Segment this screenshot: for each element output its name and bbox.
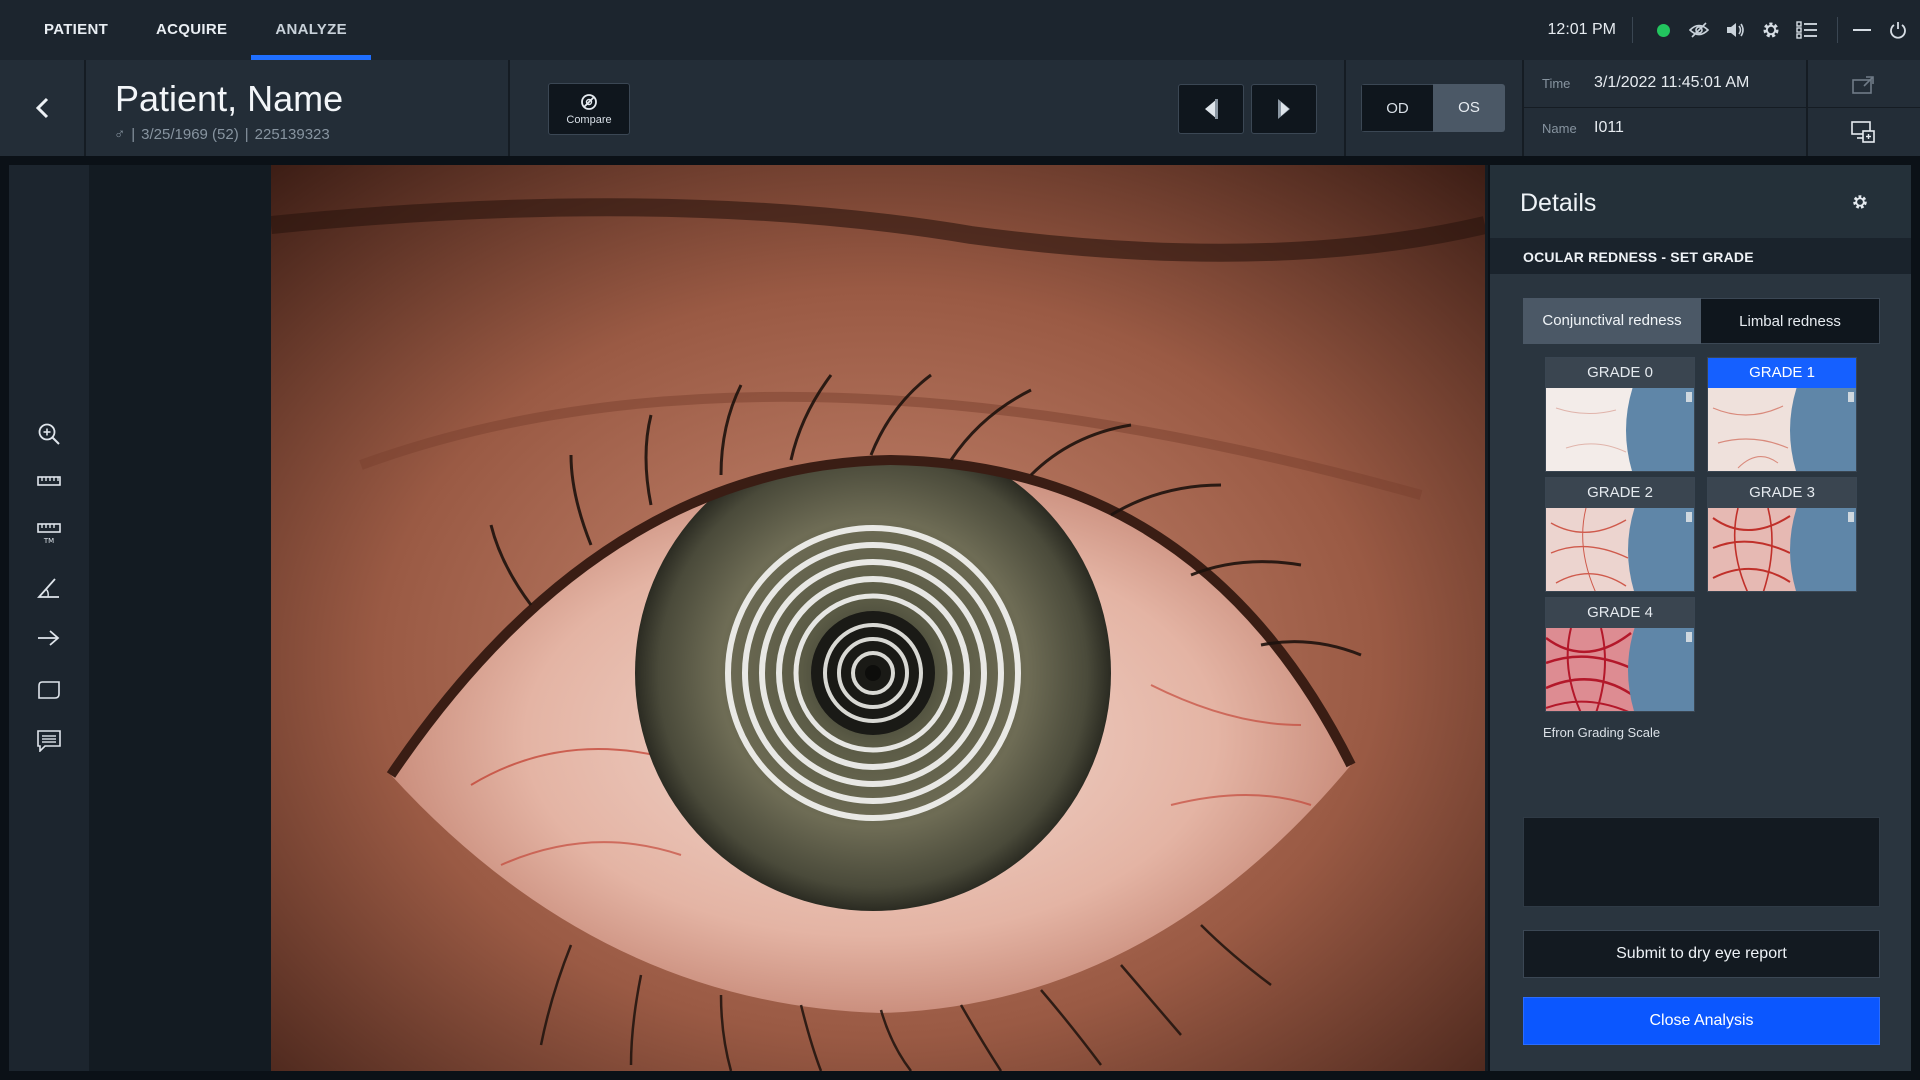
eye-hidden-icon[interactable]: [1681, 0, 1717, 60]
divider: [508, 60, 510, 156]
divider: [1837, 17, 1838, 43]
triangle-left-icon: [1205, 99, 1218, 119]
grade-label: GRADE 3: [1708, 478, 1856, 508]
gear-icon: [1853, 195, 1867, 209]
clock: 12:01 PM: [1547, 21, 1616, 38]
image-viewer[interactable]: [89, 165, 1488, 1071]
display-settings-button[interactable]: [1828, 109, 1898, 155]
list-icon[interactable]: [1789, 0, 1825, 60]
notes-field[interactable]: [1523, 817, 1880, 907]
time-value: 3/1/2022 11:45:01 AM: [1594, 74, 1750, 91]
export-icon: [1852, 76, 1874, 94]
patient-dob-age: 3/25/1969 (52): [141, 126, 239, 143]
sex-icon: ♂: [114, 126, 126, 143]
grade-label: GRADE 2: [1546, 478, 1694, 508]
svg-text:TM: TM: [43, 537, 54, 545]
divider: [84, 60, 86, 156]
power-icon[interactable]: [1880, 0, 1916, 60]
chevron-left-icon: [35, 97, 49, 119]
angle-icon: [37, 578, 59, 598]
details-header: Details: [1490, 165, 1911, 238]
section-title: OCULAR REDNESS - SET GRADE: [1523, 249, 1754, 265]
name-row: Name I011: [1542, 119, 1624, 137]
previous-image-button[interactable]: [1178, 84, 1244, 134]
gear-icon[interactable]: [1753, 0, 1789, 60]
compare-icon: [581, 93, 597, 110]
grade-1-card[interactable]: GRADE 1: [1707, 357, 1857, 472]
patient-name: Patient, Name: [115, 78, 344, 119]
grade-label: GRADE 1: [1708, 358, 1856, 388]
tab-acquire[interactable]: ACQUIRE: [132, 0, 251, 60]
shape-icon: [38, 681, 60, 699]
minimize-icon[interactable]: [1844, 0, 1880, 60]
os-button[interactable]: OS: [1433, 84, 1505, 132]
tab-patient[interactable]: PATIENT: [20, 0, 132, 60]
grade-0-card[interactable]: GRADE 0: [1545, 357, 1695, 472]
ruler-tm-icon: TM: [37, 523, 61, 545]
tool-sidebar: TM: [9, 165, 89, 1071]
image-info: Time 3/1/2022 11:45:01 AM Name I011: [1524, 60, 1806, 156]
next-image-button[interactable]: [1251, 84, 1317, 134]
grade-4-thumbnail: [1546, 628, 1694, 711]
divider: [1806, 60, 1808, 156]
eye-image[interactable]: [271, 165, 1485, 1071]
compare-label: Compare: [566, 113, 612, 126]
grading-scale-caption: Efron Grading Scale: [1543, 725, 1661, 740]
tab-analyze[interactable]: ANALYZE: [251, 0, 371, 60]
time-label: Time: [1542, 75, 1571, 91]
grade-0-thumbnail: [1546, 388, 1694, 471]
od-button[interactable]: OD: [1361, 84, 1433, 132]
name-value: I011: [1594, 119, 1624, 136]
comment-tool[interactable]: [9, 719, 89, 763]
divider: [1632, 17, 1633, 43]
ruler-icon: [37, 476, 61, 486]
details-settings-button[interactable]: [1840, 187, 1880, 217]
zoom-tool[interactable]: [9, 412, 89, 456]
grade-4-card[interactable]: GRADE 4: [1545, 597, 1695, 712]
speaker-icon[interactable]: [1717, 0, 1753, 60]
grade-3-thumbnail: [1708, 508, 1856, 591]
status-dot: [1656, 23, 1670, 37]
comment-icon: [37, 730, 61, 752]
time-row: Time 3/1/2022 11:45:01 AM: [1542, 74, 1749, 92]
meta-separator: |: [244, 126, 249, 143]
monitor-icon: [1851, 121, 1875, 143]
patient-meta: ♂ | 3/25/1969 (52) | 225139323: [114, 126, 330, 143]
arrow-icon: [38, 630, 60, 646]
shape-tool[interactable]: [9, 668, 89, 712]
meta-separator: |: [131, 126, 136, 143]
tab-limbal-redness[interactable]: Limbal redness: [1701, 298, 1880, 344]
details-panel: Details OCULAR REDNESS - SET GRADE Conju…: [1490, 165, 1911, 1071]
zoom-in-icon: [38, 423, 60, 445]
patient-header: Patient, Name ♂ | 3/25/1969 (52) | 22513…: [0, 60, 1920, 156]
grade-3-card[interactable]: GRADE 3: [1707, 477, 1857, 592]
arrow-tool[interactable]: [9, 616, 89, 660]
submit-dry-eye-report-button[interactable]: Submit to dry eye report: [1523, 930, 1880, 978]
grade-1-thumbnail: [1708, 388, 1856, 471]
section-header: OCULAR REDNESS - SET GRADE: [1490, 238, 1911, 274]
export-button[interactable]: [1828, 62, 1898, 108]
triangle-right-icon: [1278, 99, 1290, 119]
grade-2-thumbnail: [1546, 508, 1694, 591]
patient-id: 225139323: [254, 126, 330, 143]
tab-conjunctival-redness[interactable]: Conjunctival redness: [1523, 298, 1701, 344]
divider: [1344, 60, 1346, 156]
compare-button[interactable]: Compare: [548, 83, 630, 135]
redness-type-toggle: Conjunctival redness Limbal redness: [1523, 298, 1880, 344]
details-title: Details: [1520, 189, 1597, 217]
eye-side-toggle: OD OS: [1361, 84, 1505, 132]
grade-2-card[interactable]: GRADE 2: [1545, 477, 1695, 592]
grade-label: GRADE 0: [1546, 358, 1694, 388]
back-button[interactable]: [0, 60, 84, 156]
measure-tool[interactable]: [9, 459, 89, 503]
grade-label: GRADE 4: [1546, 598, 1694, 628]
close-analysis-button[interactable]: Close Analysis: [1523, 997, 1880, 1045]
name-label: Name: [1542, 120, 1577, 136]
tear-meniscus-tool[interactable]: TM: [9, 512, 89, 556]
connection-status-indicator[interactable]: [1645, 0, 1681, 60]
angle-tool[interactable]: [9, 566, 89, 610]
top-navigation-bar: PATIENT ACQUIRE ANALYZE 12:01 PM: [0, 0, 1920, 60]
system-tray: 12:01 PM: [1548, 0, 1920, 60]
main-nav-tabs: PATIENT ACQUIRE ANALYZE: [20, 0, 371, 60]
